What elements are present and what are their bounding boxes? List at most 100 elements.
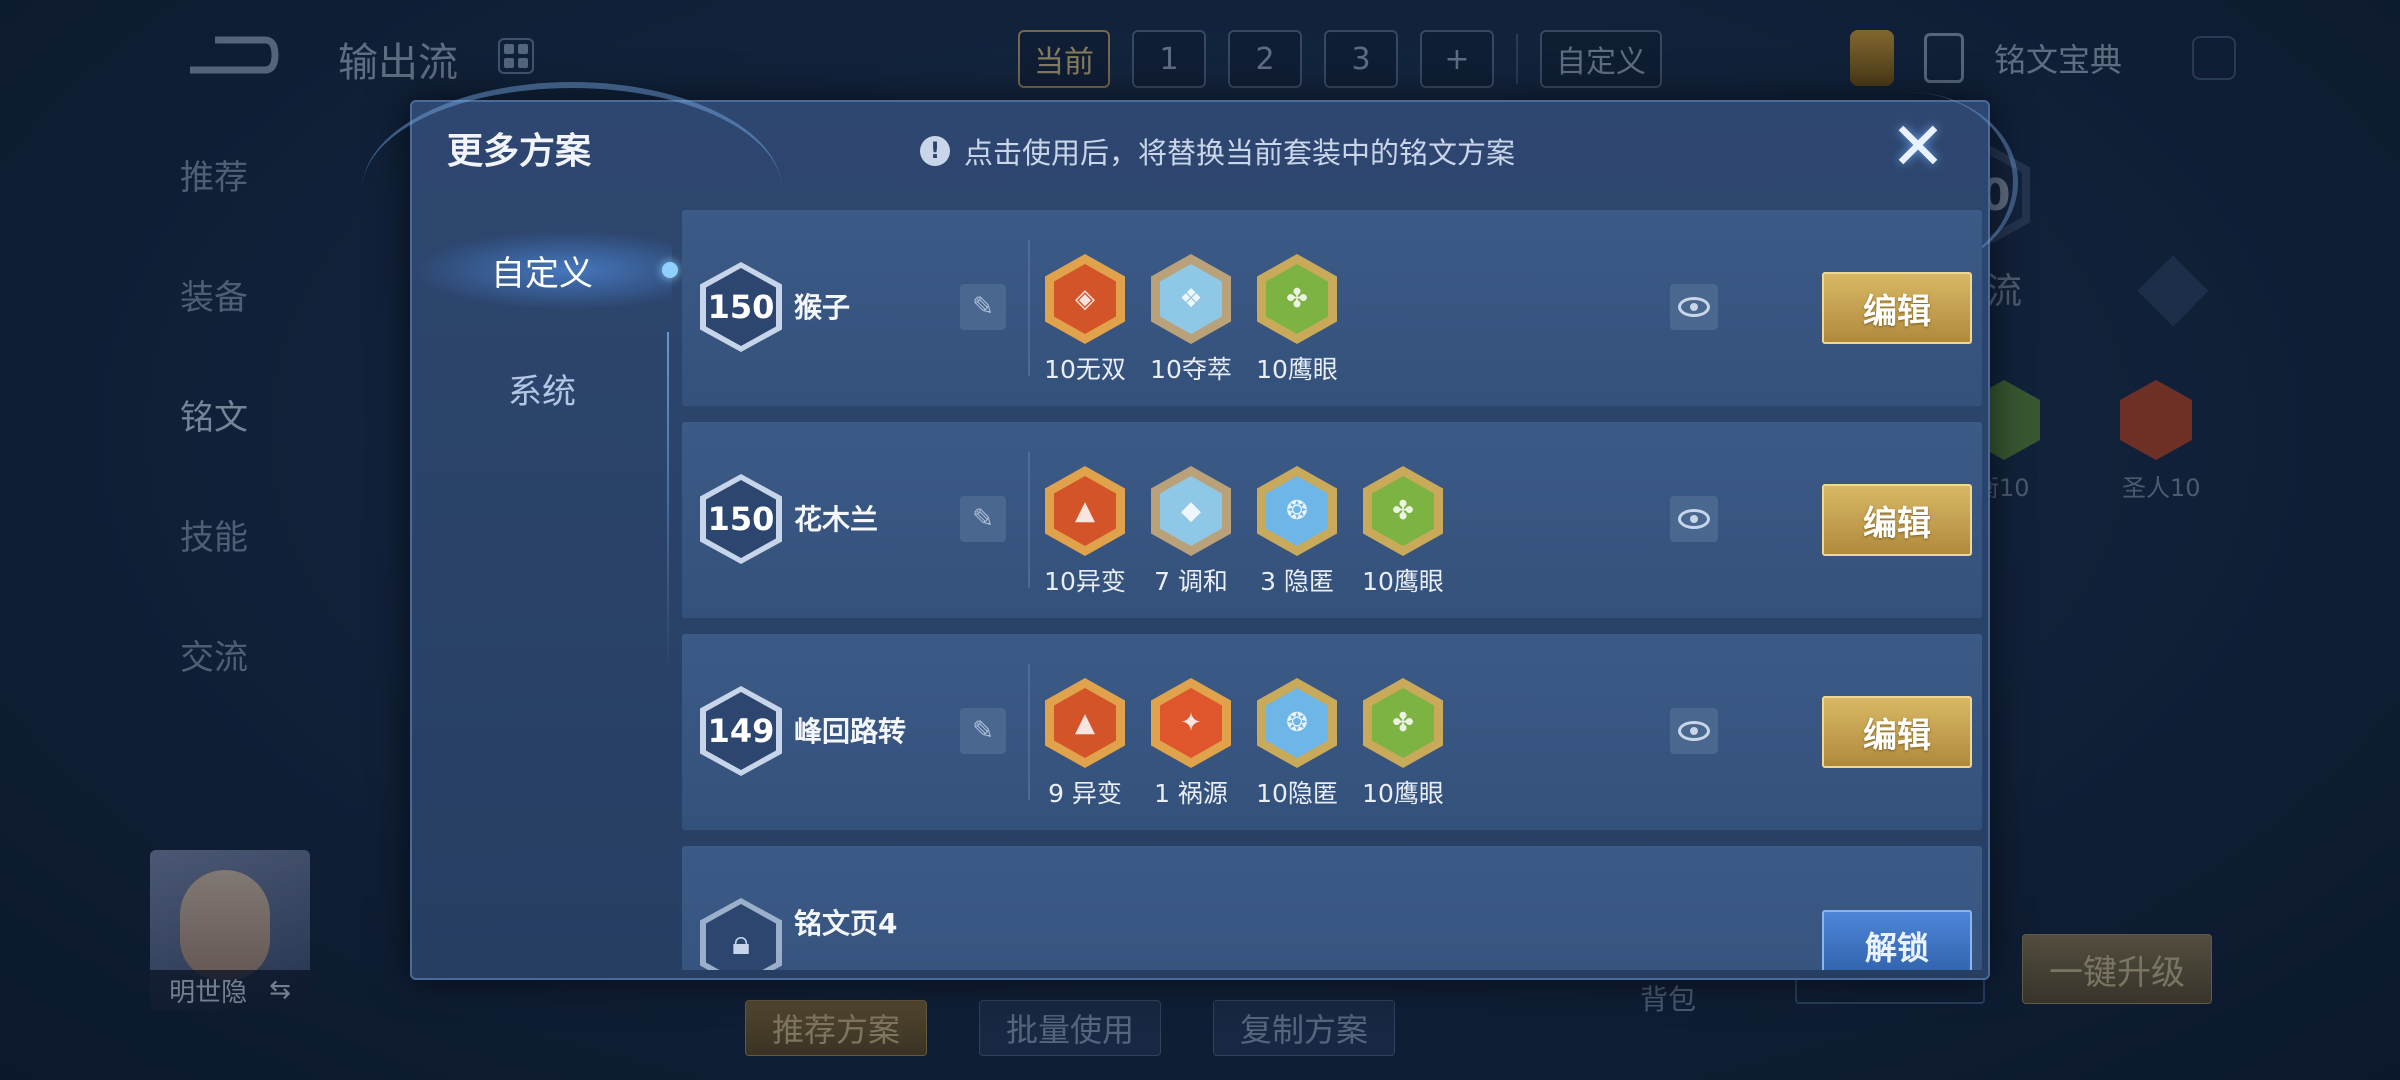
- divider: [1516, 34, 1518, 84]
- rune-item: ◆ 7 调和: [1150, 466, 1232, 598]
- rune-red-icon: ✦: [1160, 688, 1222, 758]
- rune-red-icon: ▲: [1054, 476, 1116, 546]
- plan-name: 铭文页4: [794, 907, 898, 940]
- hero-avatar: [180, 870, 270, 980]
- rune-blue-flame-icon: ❂: [1266, 476, 1328, 546]
- rune-item: ✤ 10鹰眼: [1256, 254, 1338, 386]
- side-item-equipment[interactable]: 装备: [180, 270, 248, 318]
- plan-row[interactable]: 150 花木兰 ✎ ▲ 10异变 ◆ 7 调和 ❂ 3 隐匿 ✤ 10鹰眼 编辑: [682, 422, 1982, 618]
- tab-3[interactable]: 3: [1324, 30, 1398, 88]
- rune-item: ▲ 9 异变: [1044, 678, 1126, 810]
- plan-name: 峰回路转: [794, 715, 907, 748]
- rune-green-icon: ✤: [1266, 264, 1328, 334]
- hero-name-bar: 明世隐 ⇆: [150, 970, 310, 1010]
- more-plans-dialog: 更多方案 ! 点击使用后，将替换当前套装中的铭文方案 ✕ 自定义 系统 150 …: [362, 82, 2018, 982]
- grid-icon[interactable]: [498, 38, 534, 74]
- rune-green-icon: ✤: [1372, 476, 1434, 546]
- codex-link[interactable]: 铭文宝典: [1994, 35, 2122, 81]
- tab-1[interactable]: 1: [1132, 30, 1206, 88]
- nav-system[interactable]: 系统: [412, 348, 672, 428]
- close-icon[interactable]: ✕: [1888, 108, 1948, 185]
- tab-2[interactable]: 2: [1228, 30, 1302, 88]
- edit-button[interactable]: 编辑: [1822, 484, 1972, 556]
- rune-green-icon: ✤: [1372, 688, 1434, 758]
- divider: [1028, 452, 1030, 588]
- rune-list: ◈ 10无双 ❖ 10夺萃 ✤ 10鹰眼: [1044, 254, 1338, 386]
- unlock-button[interactable]: 解锁: [1822, 910, 1972, 970]
- rune-label: 圣人10: [2122, 474, 2201, 502]
- rune-label: 7 调和: [1154, 567, 1228, 596]
- dialog-title: 更多方案: [447, 131, 592, 172]
- locked-plan-row[interactable]: 🔒︎ 铭文页4 解锁: [682, 846, 1982, 970]
- codex-icon[interactable]: [1924, 33, 1964, 83]
- rune-item: ❖ 10夺萃: [1150, 254, 1232, 386]
- rune-label: 10鹰眼: [1362, 567, 1444, 596]
- dialog-nav: 自定义 系统: [412, 222, 678, 982]
- side-nav: 推荐 装备 铭文 技能 交流: [180, 150, 248, 678]
- rune-list: ▲ 10异变 ◆ 7 调和 ❂ 3 隐匿 ✤ 10鹰眼: [1044, 466, 1444, 598]
- rune-frame: ✤: [1363, 466, 1443, 556]
- recommend-plan-button[interactable]: 推荐方案: [745, 1000, 928, 1056]
- rename-pencil-icon[interactable]: ✎: [960, 496, 1006, 542]
- rename-pencil-icon[interactable]: ✎: [960, 708, 1006, 754]
- top-right-tools: 铭文宝典: [1850, 30, 2237, 86]
- nav-divider: [667, 332, 669, 672]
- preview-eye-icon[interactable]: [1670, 496, 1718, 542]
- side-item-runes[interactable]: 铭文: [180, 390, 248, 438]
- tab-custom[interactable]: 自定义: [1540, 30, 1662, 88]
- nav-custom[interactable]: 自定义: [412, 230, 678, 310]
- side-item-recommend[interactable]: 推荐: [180, 150, 248, 198]
- build-tabs: 当前 1 2 3 + 自定义: [1018, 30, 1662, 88]
- rune-frame: ▲: [1045, 466, 1125, 556]
- nav-custom-label: 自定义: [491, 253, 593, 294]
- rename-pencil-icon[interactable]: ✎: [960, 284, 1006, 330]
- hero-card[interactable]: 明世隐 ⇆: [150, 850, 310, 1010]
- signal-icon: [2192, 36, 2237, 80]
- tab-add[interactable]: +: [1420, 30, 1494, 88]
- rune-label: 10鹰眼: [1362, 779, 1444, 808]
- rune-label: 10异变: [1044, 567, 1126, 596]
- rune-label: 10夺萃: [1150, 355, 1232, 384]
- info-icon: !: [920, 136, 950, 166]
- copy-plan-button[interactable]: 复制方案: [1213, 1000, 1396, 1056]
- menu-icon[interactable]: [2137, 255, 2209, 327]
- swap-icon[interactable]: ⇆: [269, 975, 291, 1005]
- side-item-community[interactable]: 交流: [180, 630, 248, 678]
- rune-blue-flame-icon: ❂: [1266, 688, 1328, 758]
- tab-current[interactable]: 当前: [1018, 30, 1110, 88]
- rune-frame: ✤: [1363, 678, 1443, 768]
- bottom-actions: 推荐方案 批量使用 复制方案: [745, 1000, 1396, 1056]
- edit-button[interactable]: 编辑: [1822, 696, 1972, 768]
- back-arrow-icon[interactable]: [180, 30, 280, 80]
- chest-icon[interactable]: [1850, 30, 1894, 86]
- plan-row[interactable]: 149 峰回路转 ✎ ▲ 9 异变 ✦ 1 祸源 ❂ 10隐匿 ✤ 10鹰眼 编…: [682, 634, 1982, 830]
- rune-label: 9 异变: [1048, 779, 1122, 808]
- active-indicator: [662, 262, 678, 278]
- rune-blue-icon: ◆: [1160, 476, 1222, 546]
- one-click-upgrade-button[interactable]: 一键升级: [2022, 934, 2212, 1004]
- rune-item: ✤ 10鹰眼: [1362, 678, 1444, 810]
- rune-label: 10鹰眼: [1256, 355, 1338, 384]
- rune-label: 10隐匿: [1256, 779, 1338, 808]
- side-item-skills[interactable]: 技能: [180, 510, 248, 558]
- rune-frame: ▲: [1045, 678, 1125, 768]
- rune-frame: ✦: [1151, 678, 1231, 768]
- dialog-hint: ! 点击使用后，将替换当前套装中的铭文方案: [920, 130, 1515, 172]
- rune-frame: ❖: [1151, 254, 1231, 344]
- batch-use-button[interactable]: 批量使用: [979, 1000, 1162, 1056]
- rune-frame: ◆: [1151, 466, 1231, 556]
- plan-name: 花木兰: [794, 503, 879, 536]
- rune-frame: ❂: [1257, 466, 1337, 556]
- preview-eye-icon[interactable]: [1670, 708, 1718, 754]
- plan-list: 150 猴子 ✎ ◈ 10无双 ❖ 10夺萃 ✤ 10鹰眼 编辑 150 花木兰…: [682, 210, 1982, 970]
- divider: [1028, 240, 1030, 376]
- edit-button[interactable]: 编辑: [1822, 272, 1972, 344]
- plan-row[interactable]: 150 猴子 ✎ ◈ 10无双 ❖ 10夺萃 ✤ 10鹰眼 编辑: [682, 210, 1982, 406]
- bag-link[interactable]: 背包: [1640, 978, 1696, 1018]
- preview-eye-icon[interactable]: [1670, 284, 1718, 330]
- rune-label: 1 祸源: [1154, 779, 1228, 808]
- rune-item: ▲ 10异变: [1044, 466, 1126, 598]
- rune-red-icon: ◈: [1054, 264, 1116, 334]
- rune-red-icon: ▲: [1054, 688, 1116, 758]
- rune-label: 3 隐匿: [1260, 567, 1334, 596]
